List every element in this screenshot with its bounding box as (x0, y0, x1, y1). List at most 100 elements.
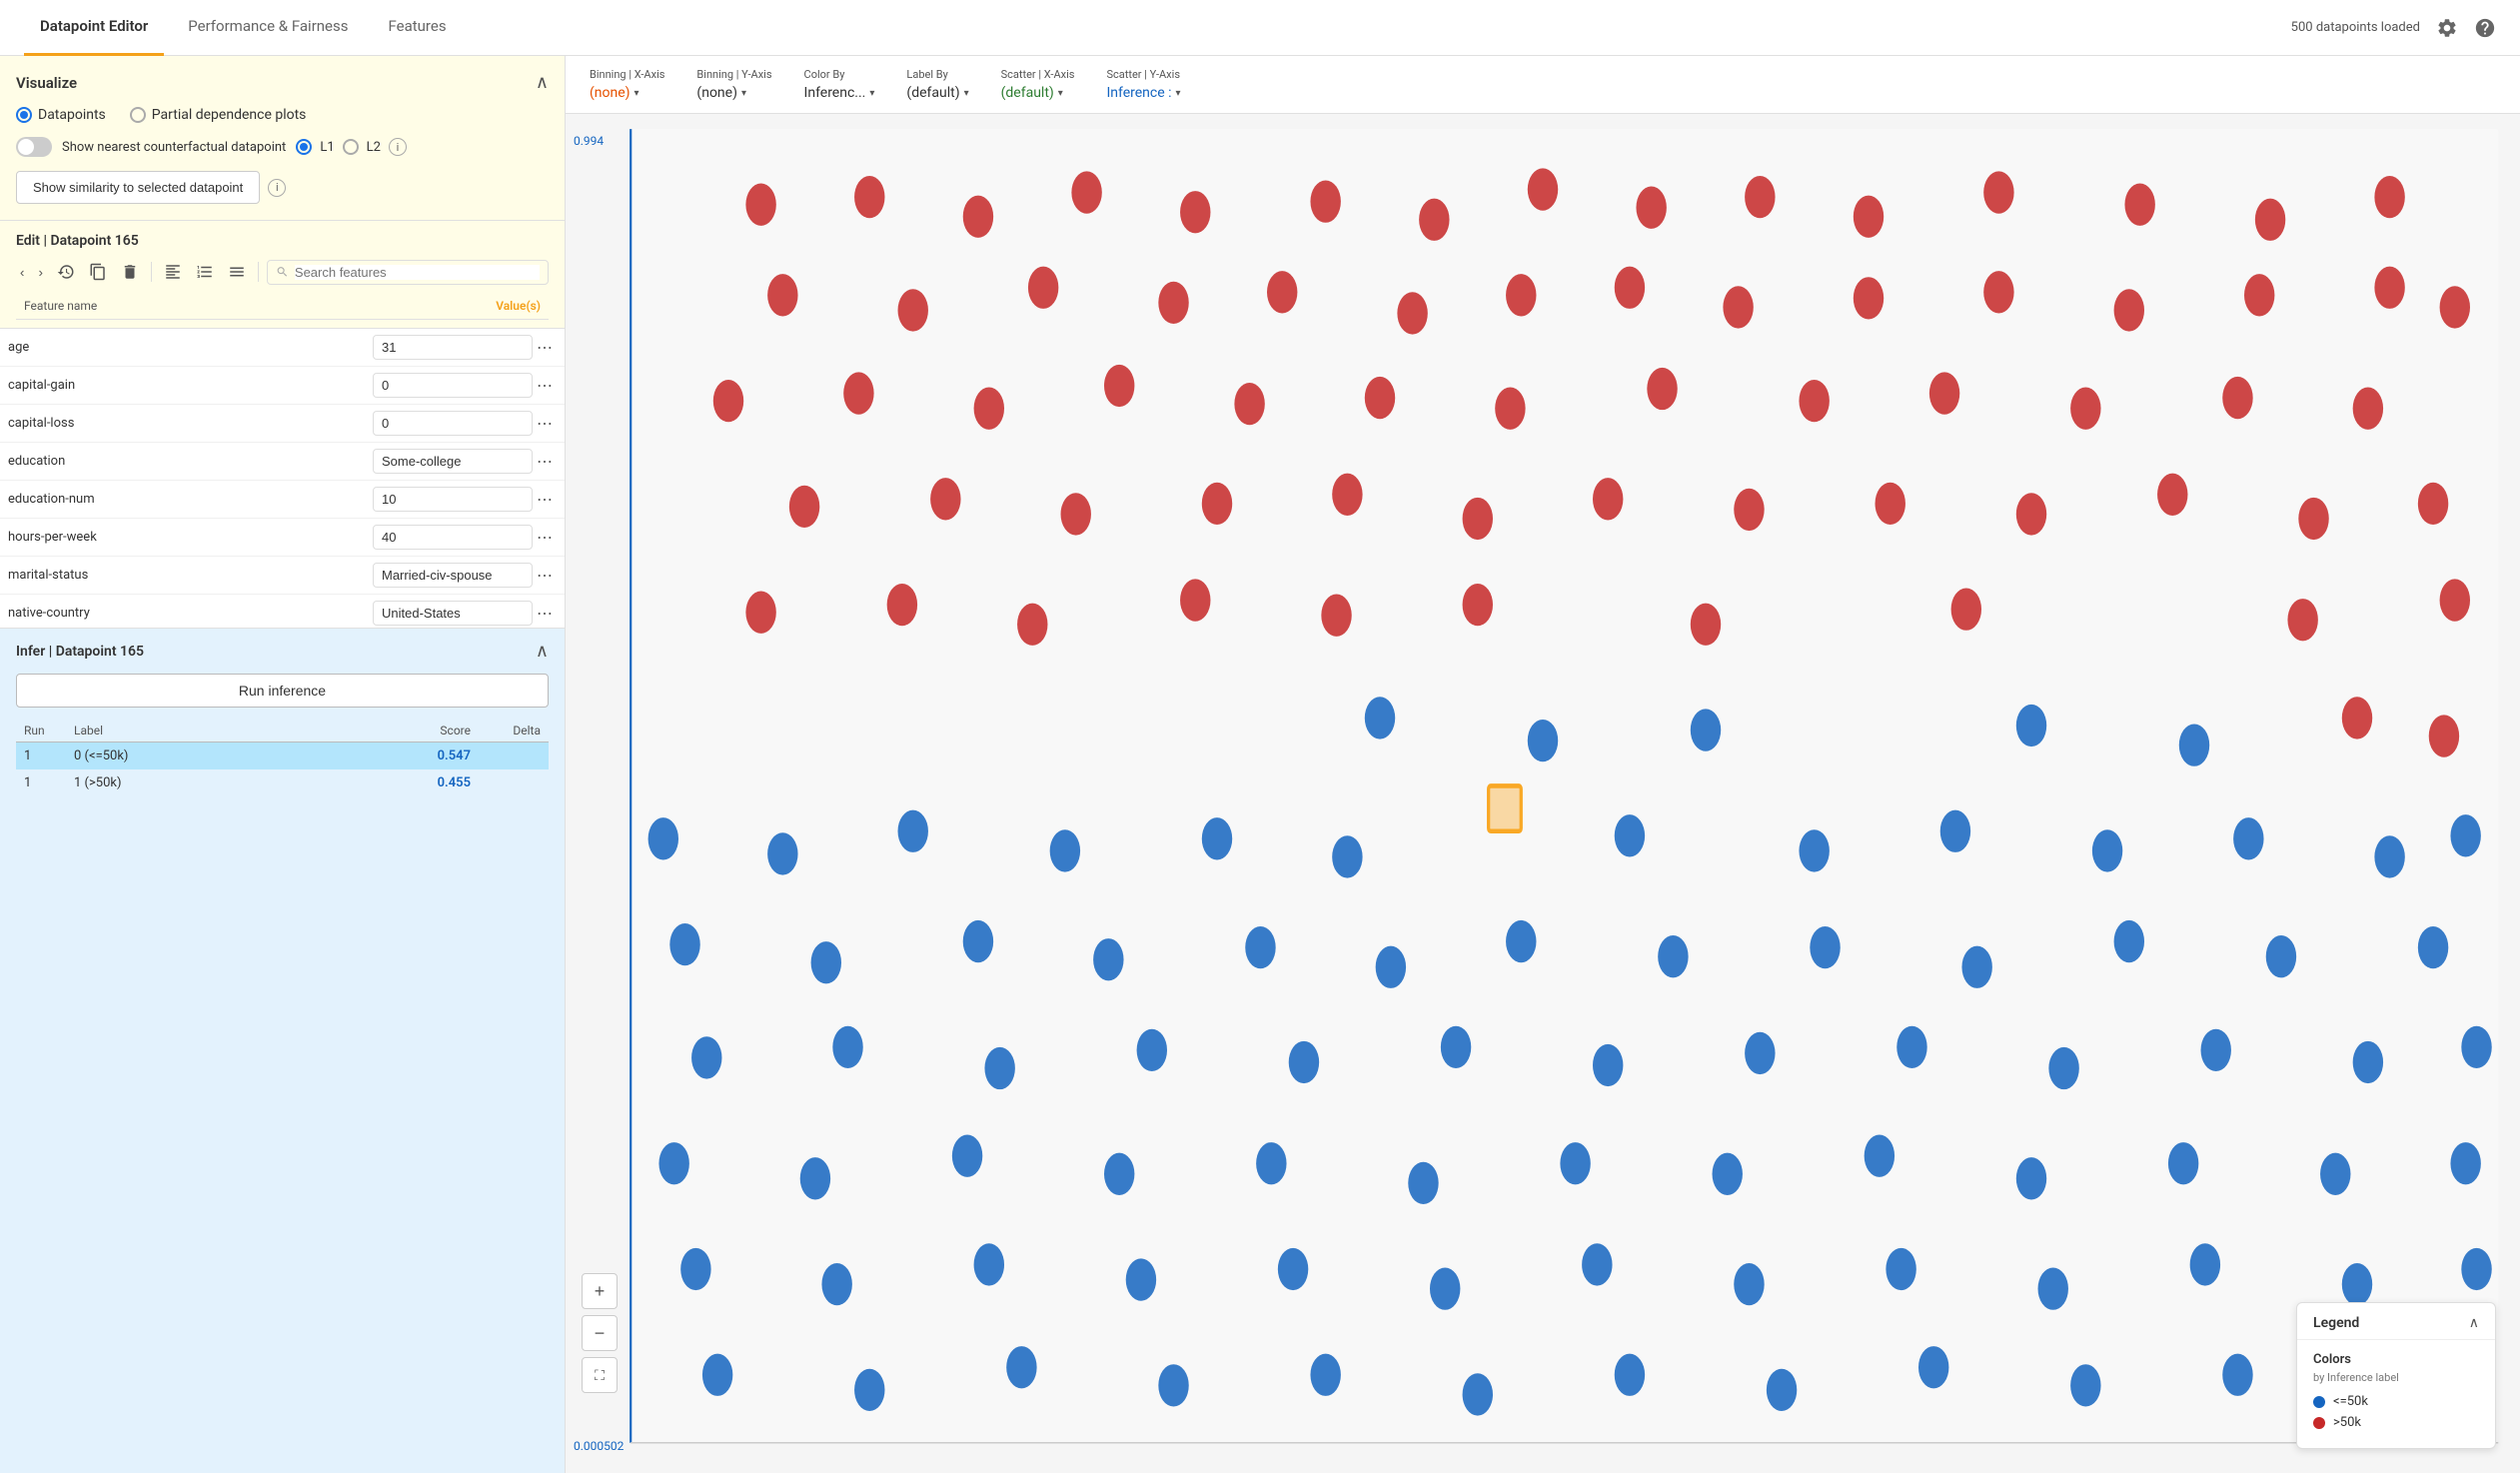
align-left-btn[interactable] (160, 259, 186, 285)
align-num-btn[interactable] (192, 259, 218, 285)
feature-more-btn[interactable]: ⋯ (533, 414, 557, 433)
infer-row: 1 1 (>50k) 0.455 (16, 769, 549, 796)
binning-x-label: Binning | X-Axis (590, 68, 664, 81)
radio-datapoints-circle (16, 107, 32, 123)
radio-datapoints[interactable]: Datapoints (16, 107, 106, 123)
search-input[interactable] (295, 265, 540, 280)
infer-col-delta-header: Delta (471, 724, 541, 737)
label-by-select[interactable]: (default) ▾ (906, 85, 968, 101)
infer-score-val: 0.455 (391, 775, 471, 790)
scatter-y-label: Scatter | Y-Axis (1106, 68, 1180, 81)
feature-more-btn[interactable]: ⋯ (533, 452, 557, 471)
color-by-value: Inferenc... (804, 85, 866, 101)
feature-name: marital-status (8, 568, 373, 583)
legend-colors-title: Colors (2313, 1352, 2479, 1367)
feature-value-input[interactable] (373, 411, 533, 436)
feature-name: capital-gain (8, 378, 373, 393)
gear-icon[interactable] (2436, 17, 2458, 39)
feature-value-input[interactable] (373, 449, 533, 474)
legend-title: Legend (2313, 1315, 2359, 1331)
scatter-y-arrow: ▾ (1176, 88, 1181, 99)
control-scatter-y: Scatter | Y-Axis Inference : ▾ (1106, 68, 1180, 101)
format-btn[interactable] (224, 259, 250, 285)
label-by-value: (default) (906, 85, 959, 101)
visualize-header: Visualize ∧ (16, 72, 549, 93)
feature-row: capital-gain ⋯ (0, 367, 565, 405)
feature-value-input[interactable] (373, 487, 533, 512)
prev-btn[interactable]: ‹ (16, 261, 28, 284)
radio-partial-dependence[interactable]: Partial dependence plots (130, 107, 307, 123)
toolbar-divider-2 (258, 262, 259, 282)
binning-x-select[interactable]: (none) ▾ (590, 85, 664, 101)
counterfactual-toggle[interactable] (16, 137, 52, 157)
color-by-select[interactable]: Inferenc... ▾ (804, 85, 875, 101)
similarity-btn[interactable]: Show similarity to selected datapoint (16, 171, 260, 204)
legend-item-red: >50k (2313, 1415, 2479, 1430)
legend-content: Colors by Inference label <=50k >50k (2297, 1340, 2495, 1448)
infer-run-val: 1 (24, 775, 74, 790)
scatter-y-select[interactable]: Inference : ▾ (1106, 85, 1180, 101)
help-icon[interactable] (2474, 17, 2496, 39)
history-btn[interactable] (53, 259, 79, 285)
nav-right: 500 datapoints loaded (2291, 17, 2496, 39)
scatter-y-value: Inference : (1106, 85, 1171, 101)
legend-dot-red (2313, 1417, 2325, 1429)
similarity-info-icon[interactable]: i (268, 179, 286, 197)
infer-col-label-header: Label (74, 724, 391, 737)
copy-btn[interactable] (85, 259, 111, 285)
infer-label-val: 0 (<=50k) (74, 748, 391, 763)
edit-title: Edit | Datapoint 165 (16, 233, 549, 249)
visualize-collapse-btn[interactable]: ∧ (536, 72, 549, 93)
feature-value-input[interactable] (373, 601, 533, 626)
tab-features[interactable]: Features (373, 0, 463, 56)
infer-collapse-btn[interactable]: ∧ (536, 641, 549, 662)
feature-more-btn[interactable]: ⋯ (533, 604, 557, 623)
legend-header: Legend ∧ (2297, 1303, 2495, 1340)
feature-row: marital-status ⋯ (0, 557, 565, 595)
feature-more-btn[interactable]: ⋯ (533, 376, 557, 395)
top-nav: Datapoint Editor Performance & Fairness … (0, 0, 2520, 56)
binning-y-label: Binning | Y-Axis (696, 68, 771, 81)
next-btn[interactable]: › (34, 261, 46, 284)
feature-more-btn[interactable]: ⋯ (533, 566, 557, 585)
zoom-in-btn[interactable]: + (582, 1273, 618, 1309)
l2-radio[interactable] (343, 139, 359, 155)
l1-radio[interactable] (296, 139, 312, 155)
feature-value-input[interactable] (373, 373, 533, 398)
delete-btn[interactable] (117, 259, 143, 285)
feature-name: capital-loss (8, 416, 373, 431)
tab-datapoint-editor[interactable]: Datapoint Editor (24, 0, 164, 56)
main-layout: Visualize ∧ Datapoints Partial dependenc… (0, 56, 2520, 1473)
l1-l2-group: L1 L2 i (296, 138, 407, 156)
tab-performance-fairness[interactable]: Performance & Fairness (172, 0, 364, 56)
feature-name: education (8, 454, 373, 469)
legend-collapse-icon[interactable]: ∧ (2469, 1315, 2479, 1331)
control-color-by: Color By Inferenc... ▾ (804, 68, 875, 101)
binning-y-select[interactable]: (none) ▾ (696, 85, 771, 101)
l1l2-info-icon[interactable]: i (389, 138, 407, 156)
feature-name: native-country (8, 606, 373, 621)
infer-score-val: 0.547 (391, 748, 471, 763)
chart-controls: + − ⛶ (582, 1273, 618, 1393)
infer-section: Infer | Datapoint 165 ∧ Run inference Ru… (0, 629, 565, 1473)
radio-datapoints-label: Datapoints (38, 107, 106, 123)
feature-more-btn[interactable]: ⋯ (533, 338, 557, 357)
feature-row: hours-per-week ⋯ (0, 519, 565, 557)
radio-partial-dependence-circle (130, 107, 146, 123)
infer-row: 1 0 (<=50k) 0.547 (16, 742, 549, 769)
zoom-out-btn[interactable]: − (582, 1315, 618, 1351)
feature-more-btn[interactable]: ⋯ (533, 528, 557, 547)
infer-title: Infer | Datapoint 165 (16, 644, 144, 660)
scatter-x-value: (default) (1001, 85, 1054, 101)
feature-more-btn[interactable]: ⋯ (533, 490, 557, 509)
scatter-x-select[interactable]: (default) ▾ (1001, 85, 1075, 101)
feature-name: hours-per-week (8, 530, 373, 545)
legend-panel: Legend ∧ Colors by Inference label <=50k… (2296, 1302, 2496, 1449)
edit-toolbar: ‹ › (16, 259, 549, 285)
run-inference-btn[interactable]: Run inference (16, 674, 549, 708)
fullscreen-btn[interactable]: ⛶ (582, 1357, 618, 1393)
l1-label: L1 (320, 140, 334, 155)
feature-value-input[interactable] (373, 563, 533, 588)
feature-value-input[interactable] (373, 525, 533, 550)
feature-value-input[interactable] (373, 335, 533, 360)
